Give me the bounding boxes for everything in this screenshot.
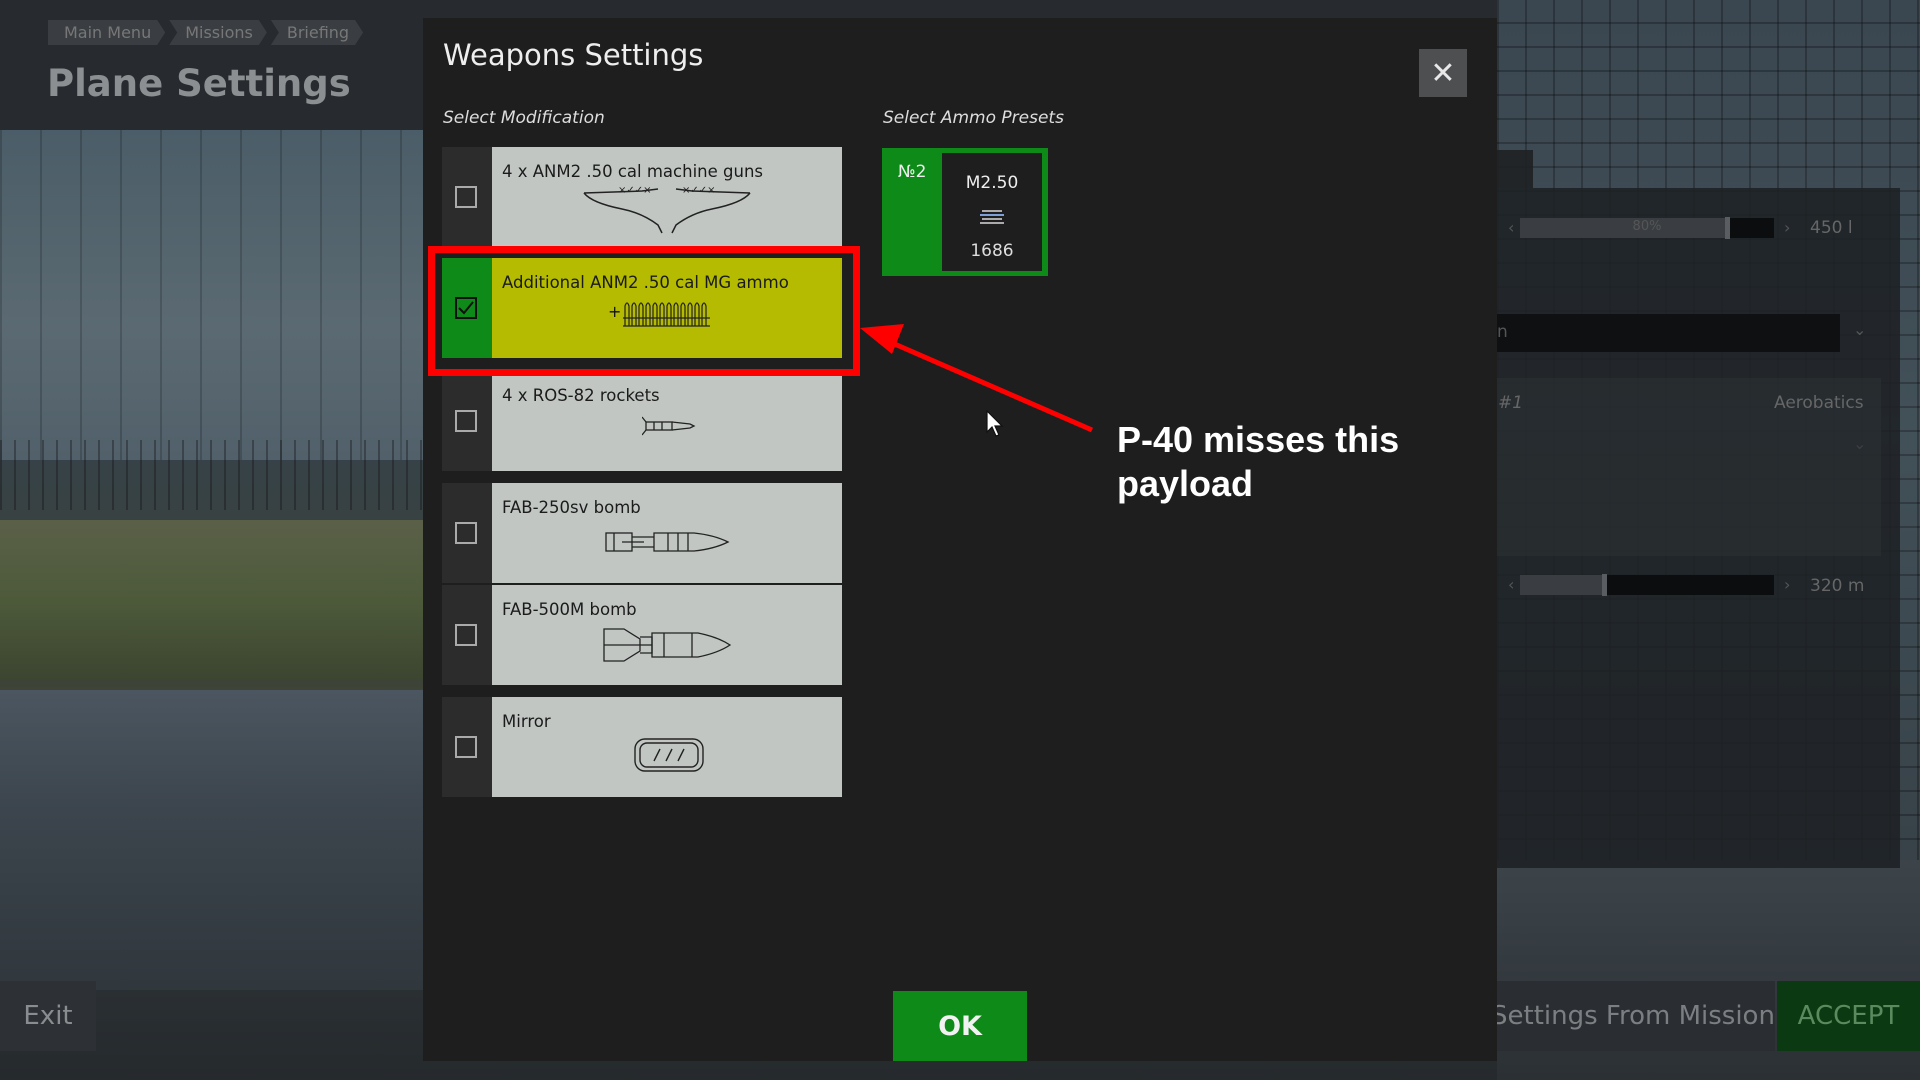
modification-checkbox[interactable]	[455, 186, 477, 208]
mouse-cursor-icon	[986, 410, 1004, 437]
annotation-highlight-box	[428, 246, 860, 376]
altitude-slider[interactable]	[1520, 574, 1774, 596]
modification-item-rockets[interactable]: 4 x ROS-82 rockets	[442, 371, 842, 471]
mirror-icon	[634, 738, 704, 772]
fuel-slider[interactable]: 80%	[1520, 217, 1774, 239]
ammo-preset-number: №2	[898, 162, 927, 182]
modification-item-mirror[interactable]: Mirror	[442, 697, 842, 797]
large-bomb-icon	[603, 628, 732, 662]
close-button[interactable]: ✕	[1419, 49, 1467, 97]
modification-label: 4 x ANM2 .50 cal machine guns	[502, 162, 763, 181]
settings-from-mission-button[interactable]: Settings From Mission	[1497, 981, 1775, 1051]
ammo-list-icon	[980, 210, 1004, 224]
close-icon: ✕	[1430, 55, 1456, 91]
right-panel-tab	[1497, 150, 1533, 188]
breadcrumb: Main Menu Missions Briefing	[48, 20, 363, 45]
select-ammo-presets-label: Select Ammo Presets	[883, 108, 1064, 128]
ammo-preset-count: 1686	[970, 241, 1014, 261]
chevron-left-icon[interactable]: ‹	[1508, 218, 1514, 237]
modification-label: 4 x ROS-82 rockets	[502, 386, 660, 405]
ammo-preset-card[interactable]: №2 M2.50 1686	[882, 148, 1048, 276]
dialog-title: Weapons Settings	[443, 38, 704, 72]
hangar-backdrop	[0, 130, 440, 460]
modification-checkbox[interactable]	[455, 410, 477, 432]
modification-item-wing-guns[interactable]: 4 x ANM2 .50 cal machine guns ×✓✓× ×✓✓×	[442, 147, 842, 247]
accept-button[interactable]: ACCEPT	[1777, 981, 1920, 1051]
page-title: Plane Settings	[47, 62, 351, 105]
preset-value: Aerobatics	[1774, 393, 1864, 413]
modification-checkbox[interactable]	[455, 736, 477, 758]
fuel-value: 450 l	[1810, 218, 1853, 238]
breadcrumb-missions[interactable]: Missions	[169, 20, 267, 45]
select-modification-label: Select Modification	[443, 108, 605, 128]
modification-item-fab-500[interactable]: FAB-500M bomb	[442, 585, 842, 685]
rocket-icon	[642, 416, 696, 436]
modification-label: FAB-500M bomb	[502, 600, 637, 619]
annotation-arrow-icon	[860, 324, 1093, 433]
chevron-down-icon[interactable]: ⌄	[1853, 320, 1866, 339]
svg-text:×✓✓×: ×✓✓×	[618, 185, 652, 196]
svg-text:×✓✓×: ×✓✓×	[682, 185, 716, 196]
wing-guns-icon: ×✓✓× ×✓✓×	[583, 185, 751, 234]
fence-backdrop	[0, 440, 440, 510]
preset-details	[1497, 426, 1881, 556]
settings-from-mission-label: Settings From Mission	[1497, 1001, 1775, 1031]
skin-select-value: n	[1497, 322, 1508, 342]
skin-select[interactable]: n	[1497, 314, 1840, 352]
ok-button[interactable]: OK	[893, 991, 1027, 1061]
chevron-right-icon[interactable]: ›	[1784, 218, 1790, 237]
modification-checkbox[interactable]	[455, 522, 477, 544]
grass-backdrop	[0, 520, 440, 680]
chevron-right-icon[interactable]: ›	[1784, 575, 1790, 594]
modification-label: FAB-250sv bomb	[502, 498, 641, 517]
breadcrumb-main-menu[interactable]: Main Menu	[48, 20, 165, 45]
breadcrumb-briefing[interactable]: Briefing	[271, 20, 363, 45]
small-bomb-icon	[605, 532, 730, 552]
annotation-text: P-40 misses this payload	[1117, 419, 1400, 504]
runway-backdrop	[0, 690, 440, 990]
altitude-value: 320 m	[1810, 576, 1865, 596]
preset-label: #1	[1498, 393, 1524, 413]
chevron-left-icon[interactable]: ‹	[1508, 575, 1514, 594]
ammo-preset-name: M2.50	[965, 173, 1019, 193]
exit-button[interactable]: Exit	[0, 981, 96, 1051]
fuel-percent-label: 80%	[1632, 219, 1662, 234]
modification-item-fab-250[interactable]: FAB-250sv bomb	[442, 483, 842, 583]
modification-label: Mirror	[502, 712, 551, 731]
modification-checkbox[interactable]	[455, 624, 477, 646]
altitude-slider-handle[interactable]	[1602, 574, 1607, 596]
